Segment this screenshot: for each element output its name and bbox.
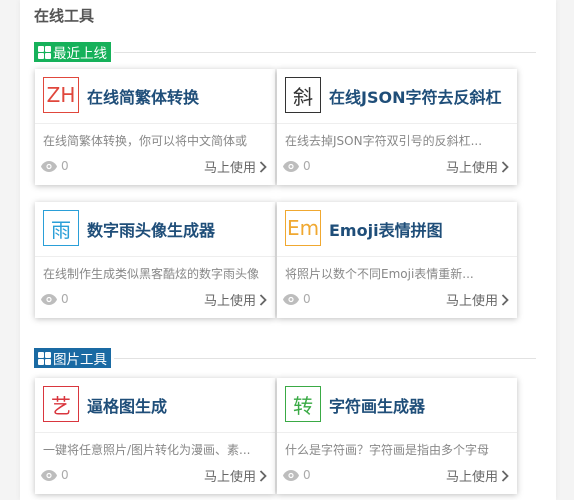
grid-icon <box>38 45 51 59</box>
view-count-value: 0 <box>61 159 69 173</box>
view-count: 0 <box>41 159 69 173</box>
tool-title[interactable]: 数字雨头像生成器 <box>87 217 215 241</box>
tool-icon: 转 <box>285 386 321 422</box>
section-divider <box>114 52 536 53</box>
grid-icon <box>38 351 51 365</box>
eye-icon <box>283 293 299 305</box>
view-count-value: 0 <box>303 292 311 306</box>
tool-description: 在线简繁体转换，你可以将中文简体或 <box>43 134 248 148</box>
use-now-label[interactable]: 马上使用 <box>204 290 256 309</box>
chevron-right-icon <box>501 469 509 482</box>
section-tag-new: 最近上线 <box>34 42 111 62</box>
view-count-value: 0 <box>303 468 311 482</box>
card-footer: 0 马上使用 <box>283 290 509 310</box>
card-divider <box>277 256 517 257</box>
use-now-link[interactable]: 马上使用 <box>204 157 267 176</box>
view-count: 0 <box>283 159 311 173</box>
view-count: 0 <box>283 292 311 306</box>
tool-card[interactable]: 转 字符画生成器 什么是字符画？字符画是指由多个字母 0 马上使用 <box>277 378 517 494</box>
card-footer: 0 马上使用 <box>41 290 267 310</box>
section-label: 最近上线 <box>53 46 107 62</box>
use-now-link[interactable]: 马上使用 <box>446 466 509 485</box>
use-now-link[interactable]: 马上使用 <box>204 466 267 485</box>
eye-icon <box>41 469 57 481</box>
use-now-label[interactable]: 马上使用 <box>446 290 498 309</box>
use-now-link[interactable]: 马上使用 <box>446 290 509 309</box>
card-footer: 0 马上使用 <box>41 157 267 177</box>
tool-icon: 雨 <box>43 210 79 246</box>
use-now-link[interactable]: 马上使用 <box>446 157 509 176</box>
card-footer: 0 马上使用 <box>283 157 509 177</box>
card-divider <box>35 256 275 257</box>
tool-icon: Em <box>285 210 321 246</box>
chevron-right-icon <box>259 469 267 482</box>
use-now-label[interactable]: 马上使用 <box>204 466 256 485</box>
eye-icon <box>41 293 57 305</box>
card-divider <box>277 432 517 433</box>
tool-title[interactable]: 在线简繁体转换 <box>87 84 199 108</box>
use-now-label[interactable]: 马上使用 <box>446 466 498 485</box>
use-now-label[interactable]: 马上使用 <box>204 157 256 176</box>
tool-description: 将照片以数个不同Emoji表情重新... <box>285 267 474 281</box>
tool-description: 在线制作生成类似黑客酷炫的数字雨头像 <box>43 267 259 281</box>
card-divider <box>277 123 517 124</box>
tool-card[interactable]: Em Emoji表情拼图 将照片以数个不同Emoji表情重新... 0 马上使用 <box>277 202 517 318</box>
section-header-new: 最近上线 <box>34 42 536 62</box>
tool-icon: 斜 <box>285 77 321 113</box>
tool-card[interactable]: 斜 在线JSON字符去反斜杠 在线去掉JSON字符双引号的反斜杠... 0 马上… <box>277 69 517 185</box>
tool-card[interactable]: 雨 数字雨头像生成器 在线制作生成类似黑客酷炫的数字雨头像 0 马上使用 <box>35 202 275 318</box>
eye-icon <box>283 160 299 172</box>
view-count: 0 <box>41 468 69 482</box>
use-now-link[interactable]: 马上使用 <box>204 290 267 309</box>
view-count: 0 <box>283 468 311 482</box>
tool-description: 在线去掉JSON字符双引号的反斜杠... <box>285 134 483 148</box>
tool-card[interactable]: ZH 在线简繁体转换 在线简繁体转换，你可以将中文简体或 0 马上使用 <box>35 69 275 185</box>
tool-description: 什么是字符画？字符画是指由多个字母 <box>285 443 490 457</box>
eye-icon <box>41 160 57 172</box>
chevron-right-icon <box>501 293 509 306</box>
chevron-right-icon <box>259 160 267 173</box>
card-divider <box>35 432 275 433</box>
view-count-value: 0 <box>61 292 69 306</box>
section-header-image: 图片工具 <box>34 348 536 368</box>
view-count: 0 <box>41 292 69 306</box>
tool-title[interactable]: 逼格图生成 <box>87 393 167 417</box>
section-divider <box>114 358 536 359</box>
view-count-value: 0 <box>61 468 69 482</box>
tool-title[interactable]: 在线JSON字符去反斜杠 <box>329 84 501 108</box>
card-footer: 0 马上使用 <box>283 466 509 486</box>
section-label: 图片工具 <box>53 352 107 368</box>
eye-icon <box>283 469 299 481</box>
tool-icon: ZH <box>43 77 79 113</box>
section-tag-image: 图片工具 <box>34 348 111 368</box>
tool-title[interactable]: 字符画生成器 <box>329 393 425 417</box>
chevron-right-icon <box>501 160 509 173</box>
page-title: 在线工具 <box>34 7 95 25</box>
use-now-label[interactable]: 马上使用 <box>446 157 498 176</box>
chevron-right-icon <box>259 293 267 306</box>
card-divider <box>35 123 275 124</box>
tool-title[interactable]: Emoji表情拼图 <box>329 217 443 241</box>
tool-description: 一键将任意照片/图片转化为漫画、素... <box>43 443 251 457</box>
tool-icon: 艺 <box>43 386 79 422</box>
tool-card[interactable]: 艺 逼格图生成 一键将任意照片/图片转化为漫画、素... 0 马上使用 <box>35 378 275 494</box>
view-count-value: 0 <box>303 159 311 173</box>
card-footer: 0 马上使用 <box>41 466 267 486</box>
